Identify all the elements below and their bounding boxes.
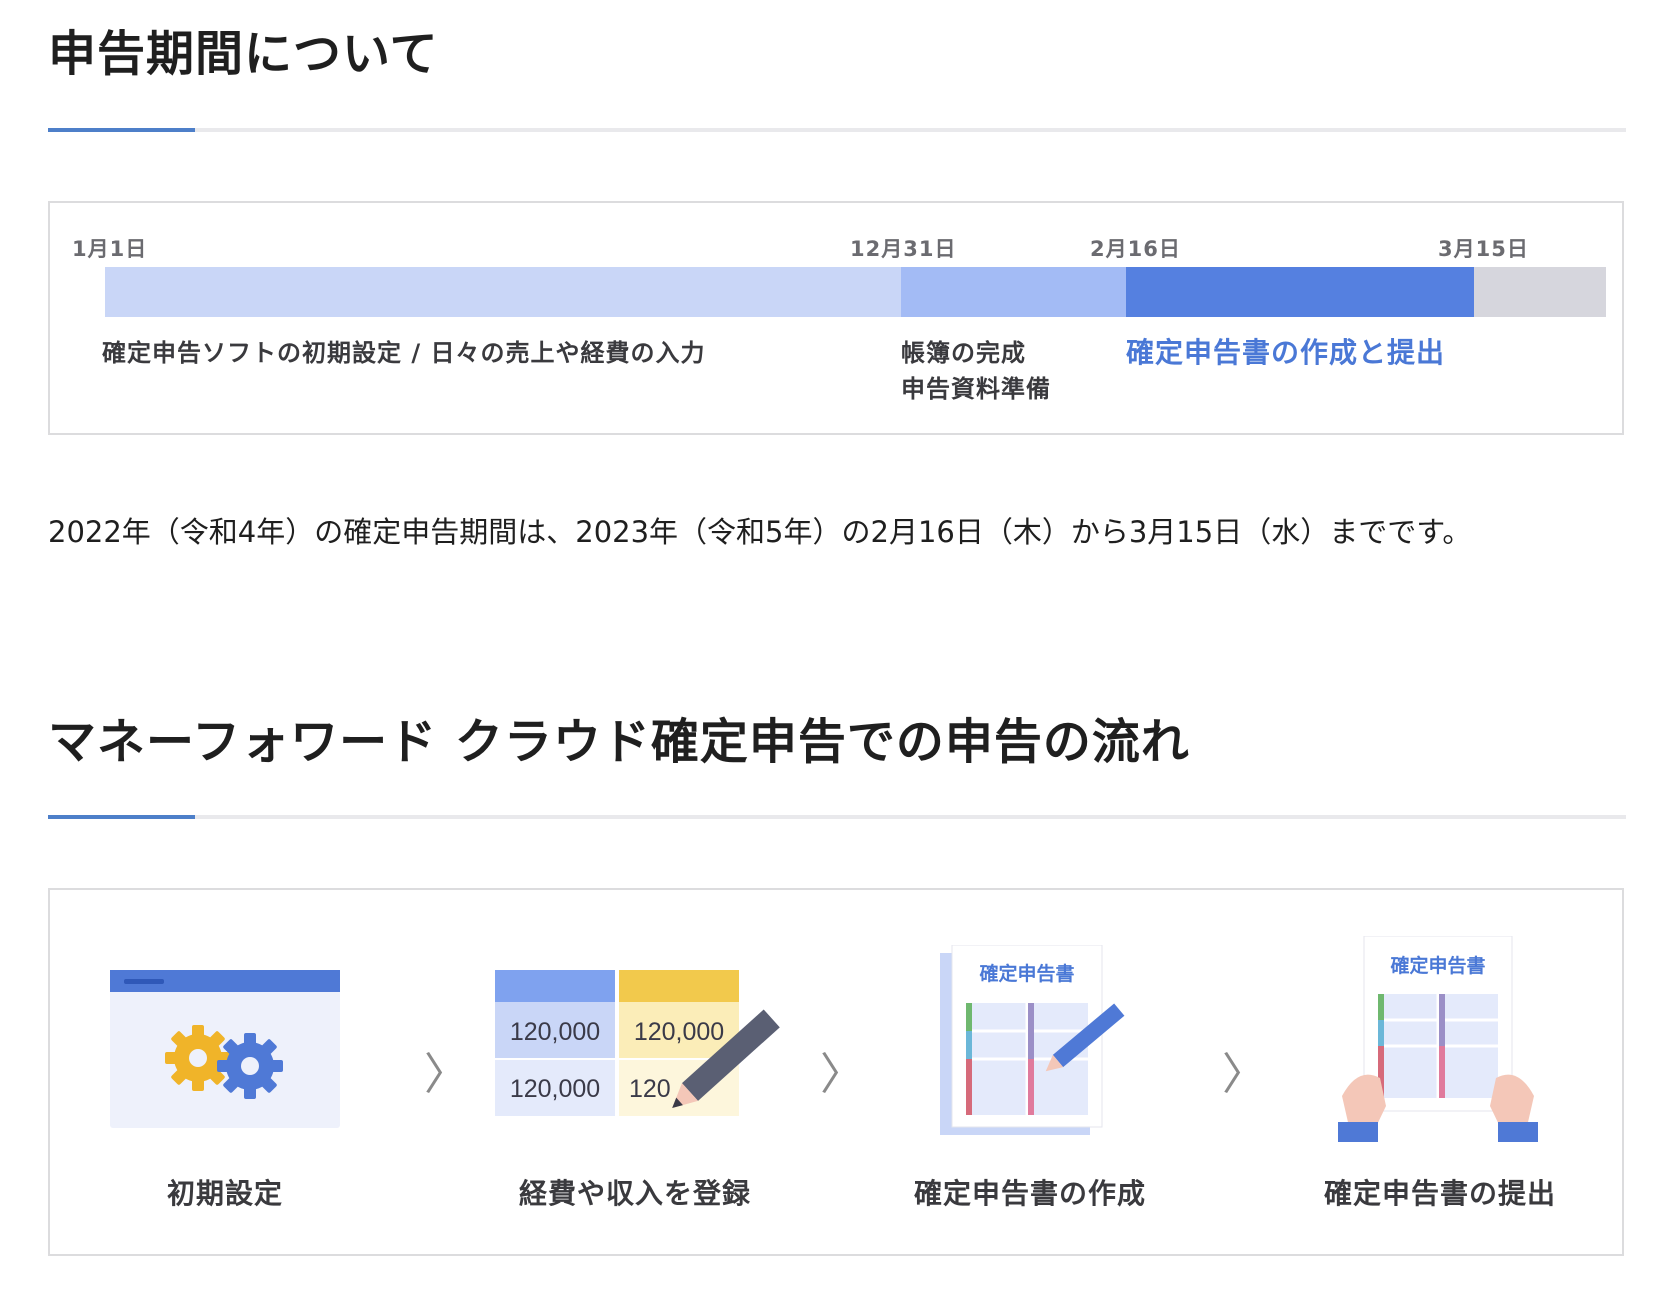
cell-value: 120,000 [510, 1075, 600, 1103]
chevron-right-icon: 〉 [424, 1049, 468, 1100]
timeline-label-prep: 確定申告ソフトの初期設定 / 日々の売上や経費の入力 [102, 339, 706, 367]
timeline-date-filing-start: 2月16日 [1090, 237, 1181, 261]
flow-step-label: 確定申告書の作成 [913, 1177, 1146, 1210]
document-title: 確定申告書 [1390, 954, 1485, 977]
timeline-date-filing-end: 3月15日 [1438, 237, 1529, 261]
gear-window-icon [110, 970, 340, 1128]
cell-value: 120 [629, 1075, 671, 1103]
timeline-date-start: 1月1日 [72, 237, 148, 261]
chevron-right-icon: 〉 [820, 1049, 864, 1100]
timeline-segment-prep [105, 267, 901, 317]
flow-step-label: 経費や収入を登録 [518, 1177, 751, 1210]
timeline-panel: 1月1日 12月31日 2月16日 3月15日 確定申告ソフトの初期設定 / 日… [48, 201, 1624, 435]
chevron-right-icon: 〉 [1222, 1049, 1266, 1100]
document-hands-icon: 確定申告書 [1338, 936, 1538, 1142]
timeline-label-books-line1: 帳簿の完成 [901, 339, 1026, 367]
cell-value: 120,000 [634, 1018, 724, 1046]
divider-accent [48, 128, 195, 132]
section-divider [48, 815, 1626, 819]
flow-step-label: 初期設定 [166, 1177, 283, 1210]
timeline-date-year-end: 12月31日 [850, 237, 957, 261]
filing-period-text: 2022年（令和4年）の確定申告期間は、2023年（令和5年）の2月16日（木）… [48, 515, 1472, 549]
section-title-flow: マネーフォワード クラウド確定申告での申告の流れ [48, 714, 1190, 770]
timeline-segment-books [901, 267, 1126, 317]
timeline-segment-filing [1126, 267, 1474, 317]
flow-panel: 初期設定 〉 120,000 120,000 120,000 120 経費や収入… [48, 888, 1624, 1256]
timeline-label-books: 帳簿の完成 申告資料準備 [901, 335, 1051, 407]
spreadsheet-pencil-icon: 120,000 120,000 120,000 120 [495, 970, 780, 1116]
section-divider [48, 128, 1626, 132]
divider-accent [48, 815, 195, 819]
timeline-label-books-line2: 申告資料準備 [901, 375, 1051, 403]
timeline-label-filing: 確定申告書の作成と提出 [1126, 336, 1446, 369]
timeline-segment-after [1474, 267, 1606, 317]
document-title: 確定申告書 [979, 962, 1074, 985]
document-pencil-icon: 確定申告書 [940, 945, 1125, 1135]
cell-value: 120,000 [510, 1018, 600, 1046]
flow-step-label: 確定申告書の提出 [1323, 1177, 1556, 1210]
section-title-filing-period: 申告期間について [48, 26, 439, 82]
